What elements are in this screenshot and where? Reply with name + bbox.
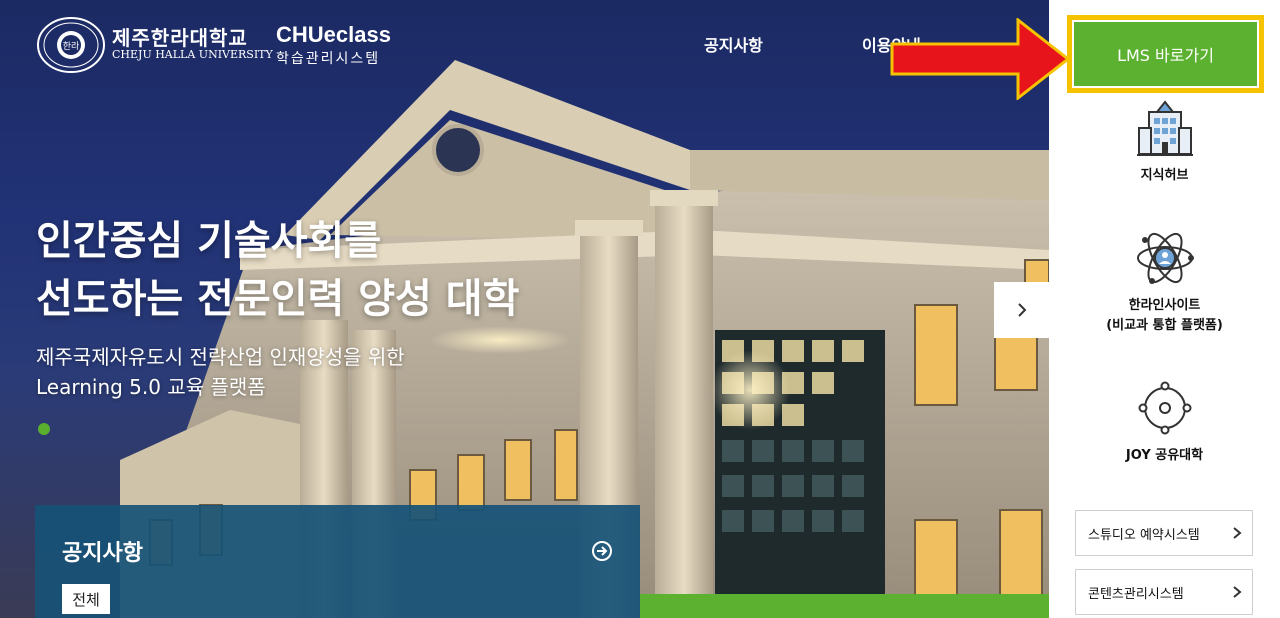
building-icon — [1136, 100, 1193, 156]
content-management-label: 콘텐츠관리시스템 — [1088, 586, 1184, 602]
red-arrow-annotation-icon — [890, 18, 1070, 100]
hero-subline-line: 제주국제자유도시 전략산업 인재양성을 위한 — [36, 345, 405, 369]
site-brand[interactable]: CHUeclass — [276, 22, 391, 48]
hero-headline-line: 선도하는 전문인력 양성 대학 — [36, 276, 520, 322]
hero-subline: 제주국제자유도시 전략산업 인재양성을 위한 Learning 5.0 교육 플… — [36, 342, 405, 402]
studio-reservation-button[interactable]: 스튜디오 예약시스템 — [1075, 510, 1253, 556]
lms-shortcut-button[interactable]: LMS 바로가기 — [1072, 20, 1259, 88]
lms-highlight-frame: LMS 바로가기 — [1067, 15, 1264, 93]
slide-indicator-dot[interactable] — [38, 423, 50, 435]
hero-subline-line: Learning 5.0 교육 플랫폼 — [36, 375, 266, 399]
slide-next-button[interactable] — [994, 282, 1049, 338]
notice-panel-title: 공지사항 — [62, 541, 143, 566]
sidebar-link-label: JOY 공유대학 — [1125, 448, 1204, 463]
sidebar-link-label: 지식허브 — [1140, 168, 1189, 183]
sidebar-link-label-line: 한라인사이트 — [1128, 298, 1201, 313]
site-brand-subtitle: 학습관리시스템 — [276, 51, 381, 67]
svg-text:한라: 한라 — [63, 41, 80, 52]
chevron-right-icon — [1017, 303, 1026, 317]
sidebar-link-label-line: (비교과 통합 플랫폼) — [1106, 318, 1223, 333]
hero-headline-line: 인간중심 기술사회를 — [36, 218, 382, 264]
circle-arrow-right-icon[interactable] — [591, 540, 613, 562]
content-management-button[interactable]: 콘텐츠관리시스템 — [1075, 569, 1253, 615]
sidebar-link-halla-insight[interactable]: 한라인사이트 (비교과 통합 플랫폼) — [1049, 228, 1280, 336]
university-emblem-icon[interactable]: 한라 — [36, 16, 106, 74]
sidebar-link-label: 한라인사이트 (비교과 통합 플랫폼) — [1049, 296, 1280, 336]
atom-person-icon — [1136, 232, 1194, 284]
studio-reservation-label: 스튜디오 예약시스템 — [1088, 527, 1200, 543]
green-accent-strip — [640, 594, 1049, 618]
hero-headline: 인간중심 기술사회를 선도하는 전문인력 양성 대학 — [36, 212, 519, 328]
chevron-right-icon — [1233, 527, 1242, 539]
sidebar-link-joy-university[interactable]: JOY 공유대학 — [1049, 378, 1280, 466]
university-name-english[interactable]: CHEJU HALLA UNIVERSITY — [112, 48, 273, 61]
orbit-icon — [1138, 381, 1191, 435]
chevron-right-icon — [1233, 586, 1242, 598]
sidebar-link-knowledge-hub[interactable]: 지식허브 — [1049, 98, 1280, 186]
nav-notice[interactable]: 공지사항 — [704, 32, 763, 56]
university-name-korean[interactable]: 제주한라대학교 — [112, 22, 248, 51]
notice-tab-all[interactable]: 전체 — [62, 584, 110, 614]
notice-panel: 공지사항 전체 — [35, 505, 640, 618]
